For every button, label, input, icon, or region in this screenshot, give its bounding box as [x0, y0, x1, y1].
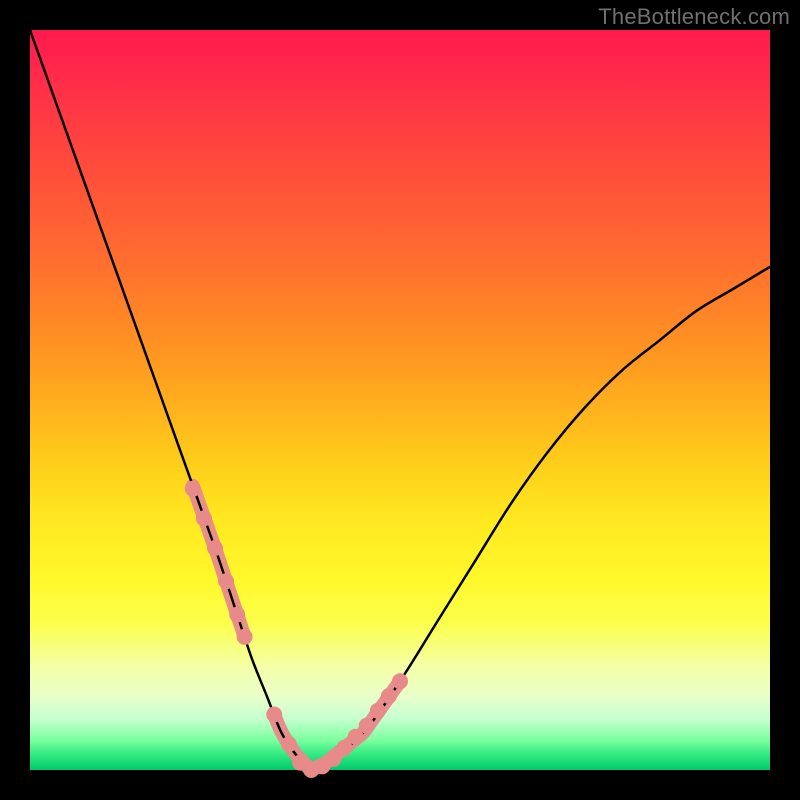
highlight-dot-2 — [207, 540, 223, 556]
watermark-text: TheBottleneck.com — [598, 4, 790, 30]
highlight-dot-14 — [359, 718, 375, 734]
highlight-dot-7 — [281, 736, 297, 752]
highlight-dot-1 — [196, 510, 212, 526]
chart-svg — [30, 30, 770, 770]
chart-container: TheBottleneck.com — [0, 0, 800, 800]
highlight-dot-5 — [237, 629, 253, 645]
highlight-dot-16 — [381, 688, 397, 704]
highlight-dot-0 — [185, 481, 201, 497]
highlight-dot-15 — [370, 703, 386, 719]
highlight-dot-3 — [218, 573, 234, 589]
plot-area — [30, 30, 770, 770]
bottleneck-curve — [30, 30, 770, 770]
dots-layer — [185, 481, 408, 778]
highlight-dot-4 — [229, 607, 245, 623]
highlight-dot-17 — [392, 673, 408, 689]
highlight-dot-6 — [266, 707, 282, 723]
curve-layer — [30, 30, 770, 770]
